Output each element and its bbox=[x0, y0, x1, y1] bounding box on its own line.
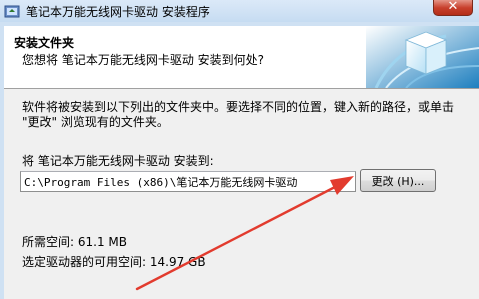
title-bar[interactable]: 笔记本万能无线网卡驱动 安装程序 ✕ bbox=[0, 0, 479, 22]
space-available-text: 选定驱动器的可用空间: 14.97 GB bbox=[22, 255, 206, 269]
close-icon: ✕ bbox=[447, 0, 459, 14]
window-title: 笔记本万能无线网卡驱动 安装程序 bbox=[26, 5, 210, 19]
header-title: 安装文件夹 bbox=[14, 36, 75, 50]
globe-box-icon bbox=[366, 26, 479, 88]
installer-window: 笔记本万能无线网卡驱动 安装程序 ✕ 安装文件夹 您想将 笔记本万能无线网卡驱动… bbox=[0, 0, 479, 299]
dialog-client-area: 安装文件夹 您想将 笔记本万能无线网卡驱动 安装到何处? 软件将被安装到以下列出… bbox=[4, 26, 479, 299]
header-band: 安装文件夹 您想将 笔记本万能无线网卡驱动 安装到何处? bbox=[4, 26, 479, 89]
header-subtitle: 您想将 笔记本万能无线网卡驱动 安装到何处? bbox=[22, 53, 264, 67]
change-folder-button[interactable]: 更改 (H)... bbox=[360, 169, 436, 192]
install-path-field[interactable] bbox=[20, 171, 356, 192]
installer-icon bbox=[4, 5, 20, 18]
close-button[interactable]: ✕ bbox=[433, 0, 473, 16]
space-required-text: 所需空间: 61.1 MB bbox=[22, 235, 127, 249]
install-location-label: 将 笔记本万能无线网卡驱动 安装到: bbox=[22, 154, 214, 168]
description-text: 软件将被安装到以下列出的文件夹中。要选择不同的位置，键入新的路径，或单击 "更改… bbox=[22, 100, 455, 129]
